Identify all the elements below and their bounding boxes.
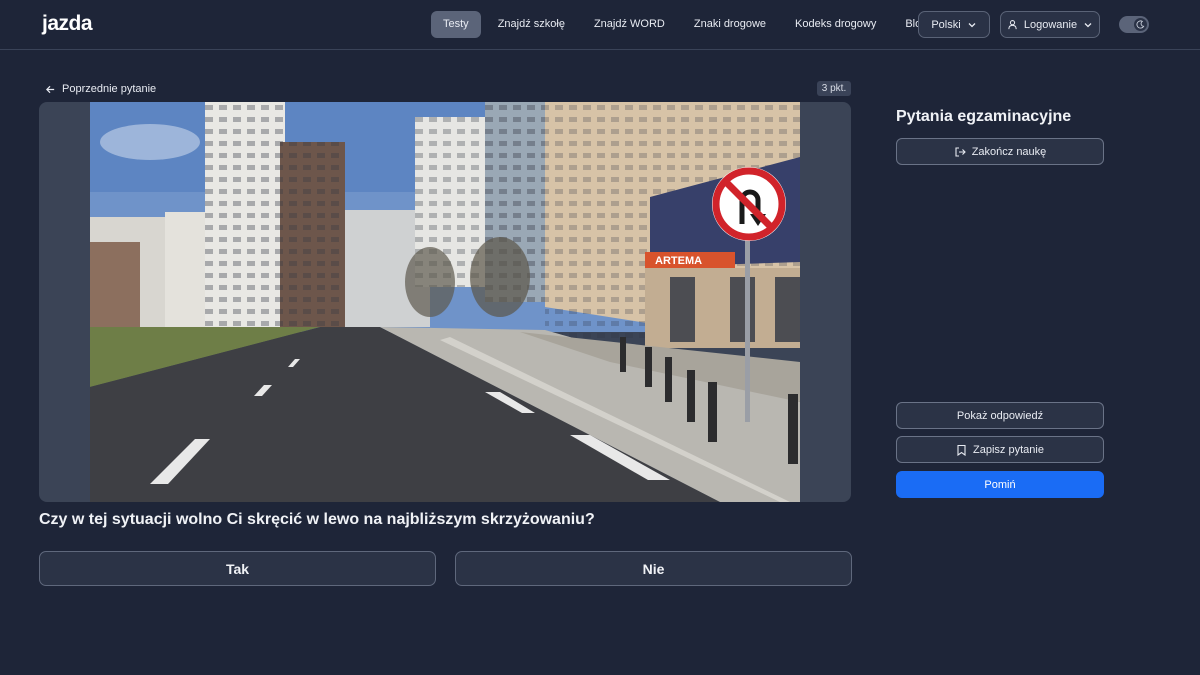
show-answer-button[interactable]: Pokaż odpowiedź bbox=[896, 402, 1104, 429]
save-question-button[interactable]: Zapisz pytanie bbox=[896, 436, 1104, 463]
top-navbar: jazda Testy Znajdź szkołę Znajdź WORD Zn… bbox=[0, 0, 1200, 50]
user-icon bbox=[1007, 19, 1018, 30]
logo-text: jazda bbox=[42, 12, 93, 35]
skip-button[interactable]: Pomiń bbox=[896, 471, 1104, 498]
main-nav: Testy Znajdź szkołę Znajdź WORD Znaki dr… bbox=[431, 11, 944, 38]
answer-no-button[interactable]: Nie bbox=[455, 551, 852, 586]
shop-sign-text: ARTEMA bbox=[655, 255, 702, 267]
nav-item-testy[interactable]: Testy bbox=[431, 11, 481, 38]
side-panel-title: Pytania egzaminacyjne bbox=[896, 108, 1072, 125]
logo[interactable]: jazda bbox=[42, 12, 93, 36]
question-text: Czy w tej sytuacji wolno Ci skręcić w le… bbox=[39, 511, 595, 528]
nav-item-road-signs[interactable]: Znaki drogowe bbox=[682, 11, 778, 38]
nav-item-find-school[interactable]: Znajdź szkołę bbox=[486, 11, 577, 38]
nav-item-road-code[interactable]: Kodeks drogowy bbox=[783, 11, 888, 38]
skip-label: Pomiń bbox=[984, 478, 1016, 491]
save-question-label: Zapisz pytanie bbox=[973, 443, 1044, 456]
language-label: Polski bbox=[931, 18, 961, 31]
end-study-label: Zakończ naukę bbox=[971, 145, 1047, 158]
question-photo: ARTEMA bbox=[90, 102, 800, 502]
end-study-button[interactable]: Zakończ naukę bbox=[896, 138, 1104, 165]
previous-question-link[interactable]: Poprzednie pytanie bbox=[45, 82, 156, 96]
login-label: Logowanie bbox=[1023, 18, 1078, 31]
chevron-down-icon bbox=[1083, 20, 1093, 30]
arrow-left-icon bbox=[45, 84, 56, 95]
question-image-frame: ARTEMA bbox=[39, 102, 851, 502]
moon-icon bbox=[1134, 18, 1147, 31]
language-select[interactable]: Polski bbox=[918, 11, 990, 38]
chevron-down-icon bbox=[967, 20, 977, 30]
logout-icon bbox=[954, 146, 966, 158]
answer-yes-button[interactable]: Tak bbox=[39, 551, 436, 586]
login-button[interactable]: Logowanie bbox=[1000, 11, 1100, 38]
theme-toggle[interactable] bbox=[1119, 16, 1149, 33]
previous-question-label: Poprzednie pytanie bbox=[62, 83, 157, 95]
nav-item-find-word[interactable]: Znajdź WORD bbox=[582, 11, 677, 38]
show-answer-label: Pokaż odpowiedź bbox=[956, 409, 1044, 422]
bookmark-icon bbox=[956, 444, 967, 456]
points-badge: 3 pkt. bbox=[817, 81, 851, 96]
